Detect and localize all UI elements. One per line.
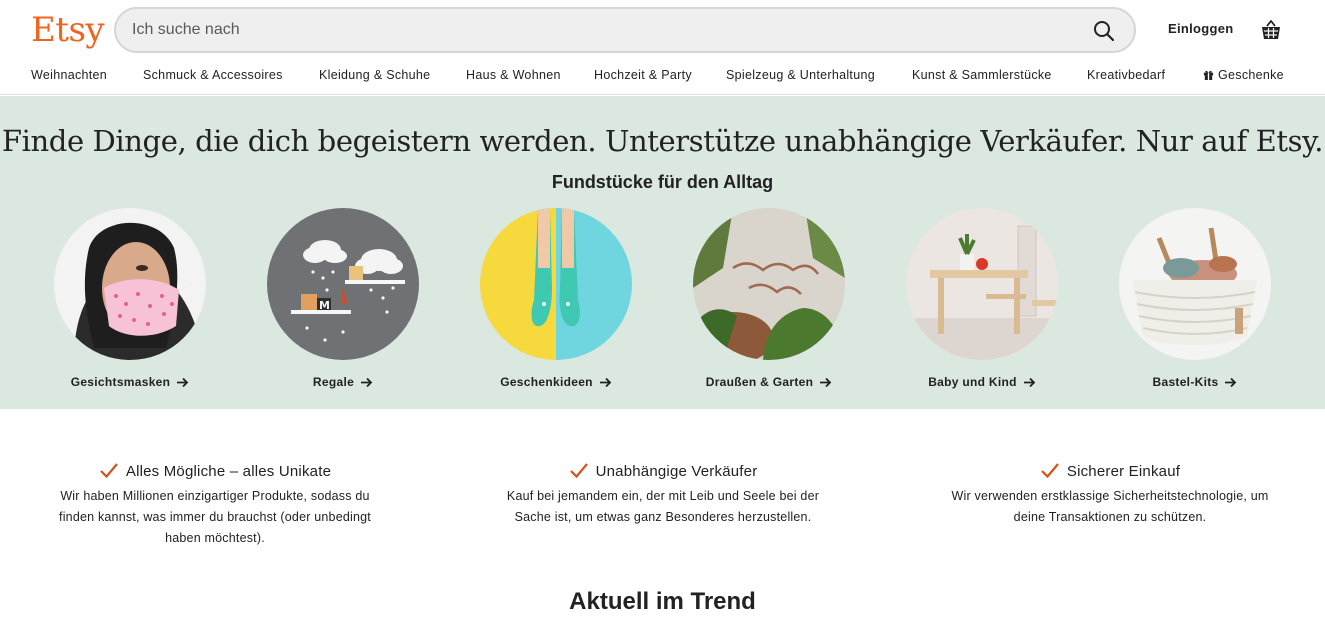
category-image-gesichtsmasken[interactable]	[54, 208, 206, 360]
value-verkaeufer: Unabhängige Verkäufer Kauf bei jemandem …	[493, 462, 833, 528]
category-bastel-kits: Bastel-Kits	[1119, 208, 1271, 389]
category-link-bastel-kits[interactable]: Bastel-Kits	[1079, 375, 1311, 389]
category-label-geschenkideen: Geschenkideen	[500, 375, 593, 389]
category-link-gesichtsmasken[interactable]: Gesichtsmasken	[14, 375, 246, 389]
category-label-regale: Regale	[312, 375, 355, 389]
arrow-right-icon	[361, 377, 373, 388]
category-regale: M Regale	[267, 208, 419, 389]
value-title: Sicherer Einkauf	[940, 462, 1280, 480]
socks-photo	[480, 208, 632, 360]
category-image-draussen-garten[interactable]	[693, 208, 845, 360]
check-icon	[100, 463, 118, 479]
nav-item-hochzeit[interactable]: Hochzeit & Party	[594, 68, 692, 82]
shelf-photo: M	[267, 208, 419, 360]
hero-tagline: Finde Dinge, die dich begeistern werden.…	[1, 124, 1324, 158]
value-title-text: Sicherer Einkauf	[1066, 463, 1181, 480]
kids-table-photo	[906, 208, 1058, 360]
search-bar	[114, 7, 1136, 53]
arrow-right-icon	[177, 377, 189, 388]
category-label-baby-kind: Baby und Kind	[928, 375, 1017, 389]
arrow-right-icon	[1023, 377, 1036, 388]
value-description: Kauf bei jemandem ein, der mit Leib und …	[506, 489, 820, 524]
category-nav: Weihnachten Schmuck & Accessoires Kleidu…	[0, 60, 1325, 95]
value-description: Wir haben Millionen einzigartiger Produk…	[59, 489, 371, 545]
search-button[interactable]	[1092, 19, 1116, 43]
cart-button[interactable]	[1259, 18, 1283, 42]
nav-item-weihnachten[interactable]: Weihnachten	[31, 68, 107, 82]
svg-text:M: M	[319, 299, 330, 312]
etsy-logo[interactable]: Etsy	[31, 8, 105, 52]
value-title: Unabhängige Verkäufer	[493, 462, 833, 480]
category-geschenkideen: Geschenkideen	[480, 208, 632, 389]
header: Etsy Einloggen	[0, 0, 1325, 60]
nav-item-kreativbedarf[interactable]: Kreativbedarf	[1087, 68, 1165, 82]
arrow-right-icon	[599, 377, 612, 388]
category-link-baby-kind[interactable]: Baby und Kind	[866, 375, 1098, 389]
category-image-regale[interactable]: M	[267, 208, 419, 360]
login-link[interactable]: Einloggen	[1168, 21, 1234, 36]
gift-icon	[1203, 70, 1214, 80]
value-sicherheit: Sicherer Einkauf Wir verwenden erstklass…	[940, 462, 1280, 528]
nav-item-kunst[interactable]: Kunst & Sammlerstücke	[912, 68, 1052, 82]
category-label-bastel-kits: Bastel-Kits	[1152, 375, 1219, 389]
category-image-geschenkideen[interactable]	[480, 208, 632, 360]
nav-item-haus[interactable]: Haus & Wohnen	[466, 68, 561, 82]
nav-item-kleidung[interactable]: Kleidung & Schuhe	[319, 68, 430, 82]
trend-heading: Aktuell im Trend	[569, 588, 756, 615]
nav-item-schmuck[interactable]: Schmuck & Accessoires	[143, 68, 283, 82]
value-title: Alles Mögliche – alles Unikate	[45, 462, 385, 480]
value-unikate: Alles Mögliche – alles Unikate Wir haben…	[45, 462, 385, 549]
category-link-draussen-garten[interactable]: Draußen & Garten	[653, 375, 885, 389]
category-gesichtsmasken: Gesichtsmasken	[54, 208, 206, 389]
category-image-baby-kind[interactable]	[906, 208, 1058, 360]
category-link-geschenkideen[interactable]: Geschenkideen	[440, 375, 672, 389]
mask-photo	[54, 208, 206, 360]
value-title-text: Alles Mögliche – alles Unikate	[125, 463, 332, 480]
hero-section: Finde Dinge, die dich begeistern werden.…	[0, 96, 1325, 409]
hero-subhead: Fundstücke für den Alltag	[551, 172, 774, 192]
category-label-draussen-garten: Draußen & Garten	[705, 375, 814, 389]
craft-basket-photo	[1119, 208, 1271, 360]
category-draussen-garten: Draußen & Garten	[693, 208, 845, 389]
arrow-right-icon	[820, 377, 832, 388]
basket-icon	[1262, 20, 1280, 39]
search-icon	[1094, 21, 1115, 42]
category-link-regale[interactable]: Regale	[227, 375, 459, 389]
garden-photo	[693, 208, 845, 360]
value-description: Wir verwenden erstklassige Sicherheitste…	[951, 489, 1269, 524]
check-icon	[569, 463, 588, 479]
value-title-text: Unabhängige Verkäufer	[595, 463, 758, 480]
check-icon	[1041, 463, 1059, 479]
category-baby-kind: Baby und Kind	[906, 208, 1058, 389]
search-input[interactable]	[132, 9, 1082, 51]
nav-item-spielzeug[interactable]: Spielzeug & Unterhaltung	[726, 68, 875, 82]
nav-item-geschenke-label: Geschenke	[1218, 68, 1284, 82]
arrow-right-icon	[1225, 377, 1237, 388]
category-label-gesichtsmasken: Gesichtsmasken	[70, 375, 171, 389]
category-image-bastel-kits[interactable]	[1119, 208, 1271, 360]
nav-item-geschenke[interactable]: Geschenke	[1203, 68, 1284, 82]
